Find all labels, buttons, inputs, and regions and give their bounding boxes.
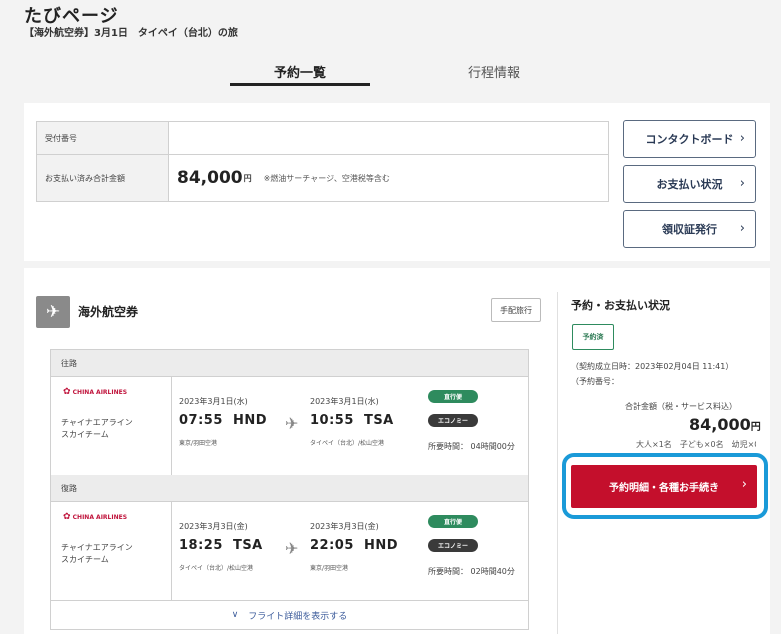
flight-card: ✈ 海外航空券 手配旅行 往路 ✿ CHINA AIRLINES チャイナエアラ… [24,268,770,634]
table-row: 受付番号 [36,121,609,155]
arrival-airport-code: HND [363,538,399,553]
payment-status-label: お支払い状況 [656,178,723,191]
divider [171,502,172,600]
airline-logo: ✿ CHINA AIRLINES [63,387,128,397]
chevron-right-icon: › [741,477,747,492]
departure-airport-code: HND [232,413,268,428]
arrival-airport: 東京/羽田空港 [310,565,349,572]
total-amount: 84,000円 [689,415,761,434]
summary-card: 受付番号 お支払い済み合計金額 84,000円 ※燃油サーチャージ、空港税等含む … [24,103,770,261]
flight-duration: 所要時間： 04時間00分 [428,442,515,451]
arrival-airport: タイペイ（台北）/松山空港 [310,440,385,447]
passenger-count: 大人×1名 子ども×0名 幼児×0名 [636,440,756,449]
departure-time-value: 18:25 [179,538,223,553]
airline-name-line1: チャイナエアライン [61,418,133,427]
arrival-time: 22:05 HND [310,538,398,553]
airline-name-line2: スカイチーム [61,430,109,439]
divider [171,377,172,475]
departure-airport-code: TSA [232,538,263,553]
total-label: 合計金額（税・サービス料込） [625,402,737,411]
paid-total-cell: 84,000円 ※燃油サーチャージ、空港税等含む [168,154,609,202]
direct-flight-badge: 直行便 [428,515,478,528]
summary-table: 受付番号 お支払い済み合計金額 84,000円 ※燃油サーチャージ、空港税等含む [36,121,609,202]
contact-board-button[interactable]: コンタクトボード › [623,120,756,158]
total-amount-value: 84,000 [689,415,751,434]
airplane-icon: ✈ [285,414,299,433]
direct-flight-badge: 直行便 [428,390,478,403]
departure-time-value: 07:55 [179,413,223,428]
booking-number: （予約番号： [571,377,619,386]
cabin-class-badge: エコノミー [428,539,478,552]
divider [557,292,558,634]
plum-blossom-icon: ✿ [63,387,71,397]
reception-number-value [168,121,609,155]
tab-bar: 予約一覧 行程情報 [24,52,770,100]
return-leg: 復路 ✿ CHINA AIRLINES チャイナエアライン スカイチーム 202… [50,475,529,601]
trip-subtitle: 【海外航空券】3月1日 タイペイ（台北）の旅 [24,28,238,39]
airline-name: チャイナエアライン スカイチーム [61,417,133,441]
flight-duration: 所要時間： 02時間40分 [428,567,515,576]
status-badge: 予約済 [572,324,614,350]
reception-number-label: 受付番号 [36,121,169,155]
departure-date: 2023年3月3日(金) [179,522,248,531]
chevron-right-icon: › [739,131,745,146]
yen-unit: 円 [243,173,252,183]
section-title: 海外航空券 [78,305,139,319]
airplane-icon: ✈ [36,296,70,328]
yen-unit: 円 [750,422,761,433]
contract-date: （契約成立日時：2023年02月04日 11:41） [571,362,734,371]
departure-time: 07:55 HND [179,413,267,428]
arranged-travel-button[interactable]: 手配旅行 [491,298,541,322]
plum-blossom-icon: ✿ [63,512,71,522]
airline-logo: ✿ CHINA AIRLINES [63,512,128,522]
departure-time: 18:25 TSA [179,538,263,553]
booking-details-button[interactable]: 予約明細・各種お手続き › [571,465,757,508]
airline-logo-text: CHINA AIRLINES [72,389,128,396]
chevron-right-icon: › [739,221,745,236]
departure-airport: タイペイ（台北）/松山空港 [179,565,254,572]
chevron-right-icon: › [739,176,745,191]
departure-airport: 東京/羽田空港 [179,440,218,447]
payment-status-button[interactable]: お支払い状況 › [623,165,756,203]
arrival-time-value: 10:55 [310,413,354,428]
tab-itinerary[interactable]: 行程情報 [424,62,564,81]
arrival-airport-code: TSA [363,413,394,428]
leg-header-outbound: 往路 [51,350,528,377]
receipt-label: 領収証発行 [662,223,717,236]
show-flight-details-link[interactable]: ∨ フライト詳細を表示する [50,601,529,630]
paid-total-label: お支払い済み合計金額 [36,154,169,202]
leg-body: ✿ CHINA AIRLINES チャイナエアライン スカイチーム 2023年3… [51,502,528,600]
arrival-date: 2023年3月1日(水) [310,397,379,406]
leg-header-return: 復路 [51,475,528,502]
show-flight-details-label: フライト詳細を表示する [248,611,348,622]
status-panel-title: 予約・お支払い状況 [571,299,670,312]
airplane-icon: ✈ [285,539,299,558]
chevron-down-icon: ∨ [231,610,239,620]
booking-details-label: 予約明細・各種お手続き [609,483,719,494]
table-row: お支払い済み合計金額 84,000円 ※燃油サーチャージ、空港税等含む [36,154,609,202]
airline-name-line1: チャイナエアライン [61,543,133,552]
arrival-date: 2023年3月3日(金) [310,522,379,531]
receipt-button[interactable]: 領収証発行 › [623,210,756,248]
leg-body: ✿ CHINA AIRLINES チャイナエアライン スカイチーム 2023年3… [51,377,528,475]
paid-total-amount: 84,000 [177,168,243,188]
arrival-time: 10:55 TSA [310,413,394,428]
airline-name: チャイナエアライン スカイチーム [61,542,133,566]
arrival-time-value: 22:05 [310,538,354,553]
tab-booking-list[interactable]: 予約一覧 [230,62,370,81]
outbound-leg: 往路 ✿ CHINA AIRLINES チャイナエアライン スカイチーム 202… [50,349,529,476]
airline-name-line2: スカイチーム [61,555,109,564]
cabin-class-badge: エコノミー [428,414,478,427]
airline-logo-text: CHINA AIRLINES [72,514,128,521]
contact-board-label: コンタクトボード [645,133,734,146]
tab-active-underline [230,83,370,86]
tax-note: ※燃油サーチャージ、空港税等含む [263,173,390,183]
departure-date: 2023年3月1日(水) [179,397,248,406]
